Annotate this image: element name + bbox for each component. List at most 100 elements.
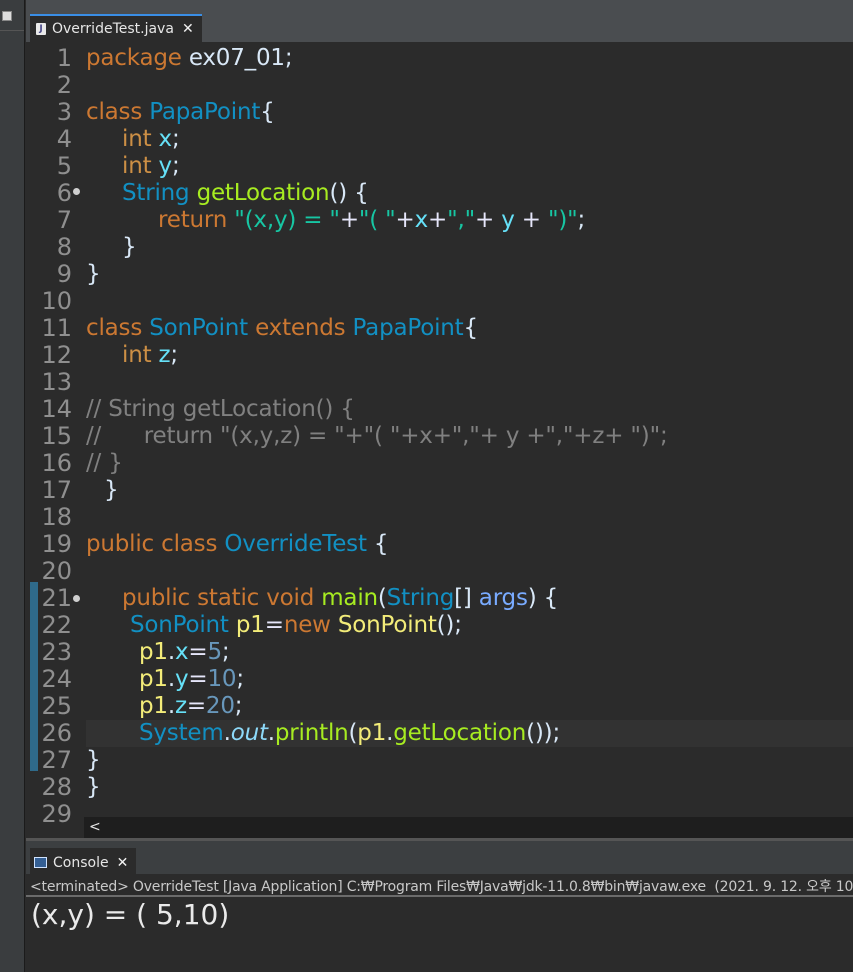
code-editor[interactable]: 1 2 3 4 5 6 7 8 9 10 11 12 13 14 15 16 17 18 19 20 21 22 23 24 2… [26,42,853,838]
line-number: 19 [41,530,72,558]
code-line-16: // } [86,450,123,477]
fold-collapse-icon[interactable] [73,595,80,602]
console-tab[interactable]: Console ✕ [30,848,137,877]
line-number: 1 [56,44,72,72]
line-number: 24 [41,665,72,693]
code-token: getLocation [196,180,330,206]
code-token: . [267,720,275,746]
code-token: ; [221,639,230,665]
code-line-26: System.out.println(p1.getLocation()); [139,720,560,747]
close-tab-icon[interactable]: ✕ [182,21,194,37]
code-token: int [122,342,152,368]
code-token: "( " [358,207,396,233]
code-token: x [158,126,173,152]
code-token: ")" [547,207,578,233]
code-token: } [86,261,101,287]
line-number: 4 [56,125,72,153]
code-token: . [167,693,175,719]
code-token: public [86,531,155,557]
code-token: args [478,585,528,611]
close-console-icon[interactable]: ✕ [117,855,129,871]
code-token: ; [234,693,243,719]
code-token: ( [377,585,387,611]
code-token: extends [255,315,346,341]
code-token: static [197,585,260,611]
code-line-12: int z; [122,342,178,369]
code-token: z [174,693,187,719]
code-token: String [122,180,190,206]
line-number: 17 [41,476,72,504]
code-token: SonPoint [149,315,248,341]
line-number: 10 [41,287,72,315]
console-output: (x,y) = ( 5,10) [31,898,230,931]
code-token: x [174,639,189,665]
code-token: ()); [526,720,560,746]
code-token: } [122,234,137,260]
code-token: p1 [139,639,168,665]
code-line-9: } [86,261,101,288]
code-line-19: public class OverrideTest { [86,531,389,558]
code-token: { [260,99,275,125]
code-line-22: SonPoint p1=new SonPoint(); [130,612,462,639]
code-token: public [122,585,191,611]
horizontal-scrollbar[interactable]: < [84,817,853,838]
code-line-3: class PapaPoint{ [86,99,275,126]
code-token: class [86,315,143,341]
line-number: 23 [41,638,72,666]
code-line-27: } [86,747,101,774]
code-token: () { [329,180,369,206]
line-number: 22 [41,611,72,639]
line-number: 12 [41,341,72,369]
line-number: 16 [41,449,72,477]
code-line-6: String getLocation() { [122,180,369,207]
code-token: class [86,99,143,125]
code-token: . [223,720,231,746]
code-token: = [188,666,208,692]
editor-tab-overridetest[interactable]: J OverrideTest.java ✕ [30,14,202,42]
comment-text: // } [86,450,123,476]
code-token: . [167,639,175,665]
code-token: getLocation [393,720,527,746]
code-line-25: p1.z=20; [139,693,243,720]
code-token: } [86,747,101,773]
code-line-8: } [122,234,137,261]
code-token: OverrideTest [224,531,367,557]
java-file-icon: J [36,23,46,35]
code-token: + [395,207,415,233]
comment-text: // return "(x,y,z) = "+"( "+x+","+ y +",… [86,423,668,449]
code-token: new [283,612,331,638]
comment-text: // String getLocation() { [86,396,355,422]
code-token: SonPoint [130,612,229,638]
code-token: p1 [357,720,387,746]
code-token: void [266,585,315,611]
line-number-gutter: 1 2 3 4 5 6 7 8 9 10 11 12 13 14 15 16 17 18 19 20 21 22 23 24 2… [26,42,84,828]
code-token: main [321,585,378,611]
left-strip-divider [0,30,24,31]
code-token: ; [171,153,180,179]
code-token: . [167,666,175,692]
code-line-7: return "(x,y) = "+"( "+x+","+ y + ")"; [158,207,585,234]
code-line-21: public static void main(String[] args) { [122,585,558,612]
code-token: ) { [527,585,559,611]
line-number: 6 [56,179,72,207]
scroll-left-icon[interactable]: < [89,817,101,838]
code-token: ; [236,666,244,692]
code-token: { [373,531,389,557]
code-token: println [274,720,349,746]
code-area[interactable]: package ex07_01; class PapaPoint{ int x;… [86,42,853,817]
line-number: 27 [41,746,72,774]
line-number: 26 [41,719,72,747]
console-panel[interactable]: <terminated> OverrideTest [Java Applicat… [26,874,853,972]
line-number: 13 [41,368,72,396]
code-token: [] [454,585,472,611]
code-token: x [414,207,429,233]
code-token: y [174,666,189,692]
minimized-view-icon[interactable] [2,11,12,21]
code-token: (); [436,612,462,638]
code-token: + [475,207,495,233]
fold-collapse-icon[interactable] [73,188,80,195]
code-token: SonPoint [337,612,437,638]
code-token: ex07_01; [188,45,293,71]
code-token: } [86,774,101,800]
code-line-14: // String getLocation() { [86,396,355,423]
